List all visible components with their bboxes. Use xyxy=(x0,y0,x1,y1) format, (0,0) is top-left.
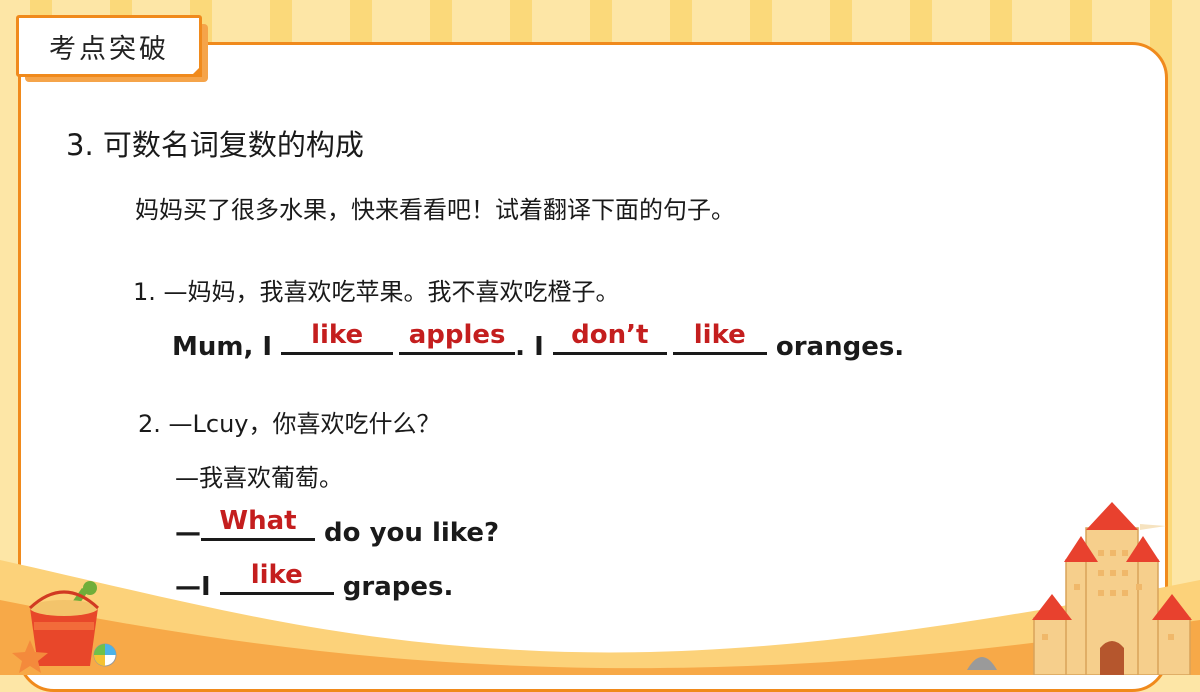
sandcastle-icon xyxy=(1032,502,1192,675)
q2-blank-1[interactable]: What xyxy=(201,506,315,541)
q1-blank-4[interactable]: like xyxy=(672,320,767,355)
q1-answer-1: like xyxy=(311,320,364,350)
beach-ball-icon xyxy=(93,643,117,667)
question-2-line-3: —I like grapes. xyxy=(175,560,454,602)
question-2-prompt: 2. —Lcuy，你喜欢吃什么？ xyxy=(138,410,441,438)
q1-answer-4: like xyxy=(693,320,746,350)
q2-answer-2: like xyxy=(250,560,303,590)
tag-fold xyxy=(190,65,202,77)
q2-blank-2[interactable]: like xyxy=(219,560,334,595)
q1-blank-2[interactable]: apples xyxy=(399,320,516,355)
q1-text-mid: . I xyxy=(515,332,553,362)
q1-blank-3[interactable]: don’t xyxy=(552,320,667,355)
q2-dash: — xyxy=(175,518,201,548)
starfish-icon xyxy=(12,640,48,673)
q2-line-3-end: grapes. xyxy=(333,572,454,602)
q1-answer-3: don’t xyxy=(571,320,649,350)
section-tag: 考点突破 xyxy=(16,15,202,77)
question-2-reply: —我喜欢葡萄。 xyxy=(175,464,343,492)
question-1-prompt: 1. —妈妈，我喜欢吃苹果。我不喜欢吃橙子。 xyxy=(133,278,620,306)
q1-text-start: Mum, I xyxy=(172,332,282,362)
q2-answer-1: What xyxy=(219,506,297,536)
q1-text-end: oranges. xyxy=(766,332,905,362)
q1-blank-1[interactable]: like xyxy=(281,320,394,355)
q1-answer-2: apples xyxy=(408,320,506,350)
shell-icon xyxy=(967,657,997,670)
q2-line-2-end: do you like? xyxy=(315,518,500,548)
section-title: 3. 可数名词复数的构成 xyxy=(66,128,364,162)
question-2-line-2: — What do you like? xyxy=(175,506,500,548)
q2-line-3-start: —I xyxy=(175,572,220,602)
intro-text: 妈妈买了很多水果，快来看看吧！试着翻译下面的句子。 xyxy=(135,196,735,224)
question-1-answer-line: Mum, I like apples . I don’t like oranges. xyxy=(172,320,905,362)
